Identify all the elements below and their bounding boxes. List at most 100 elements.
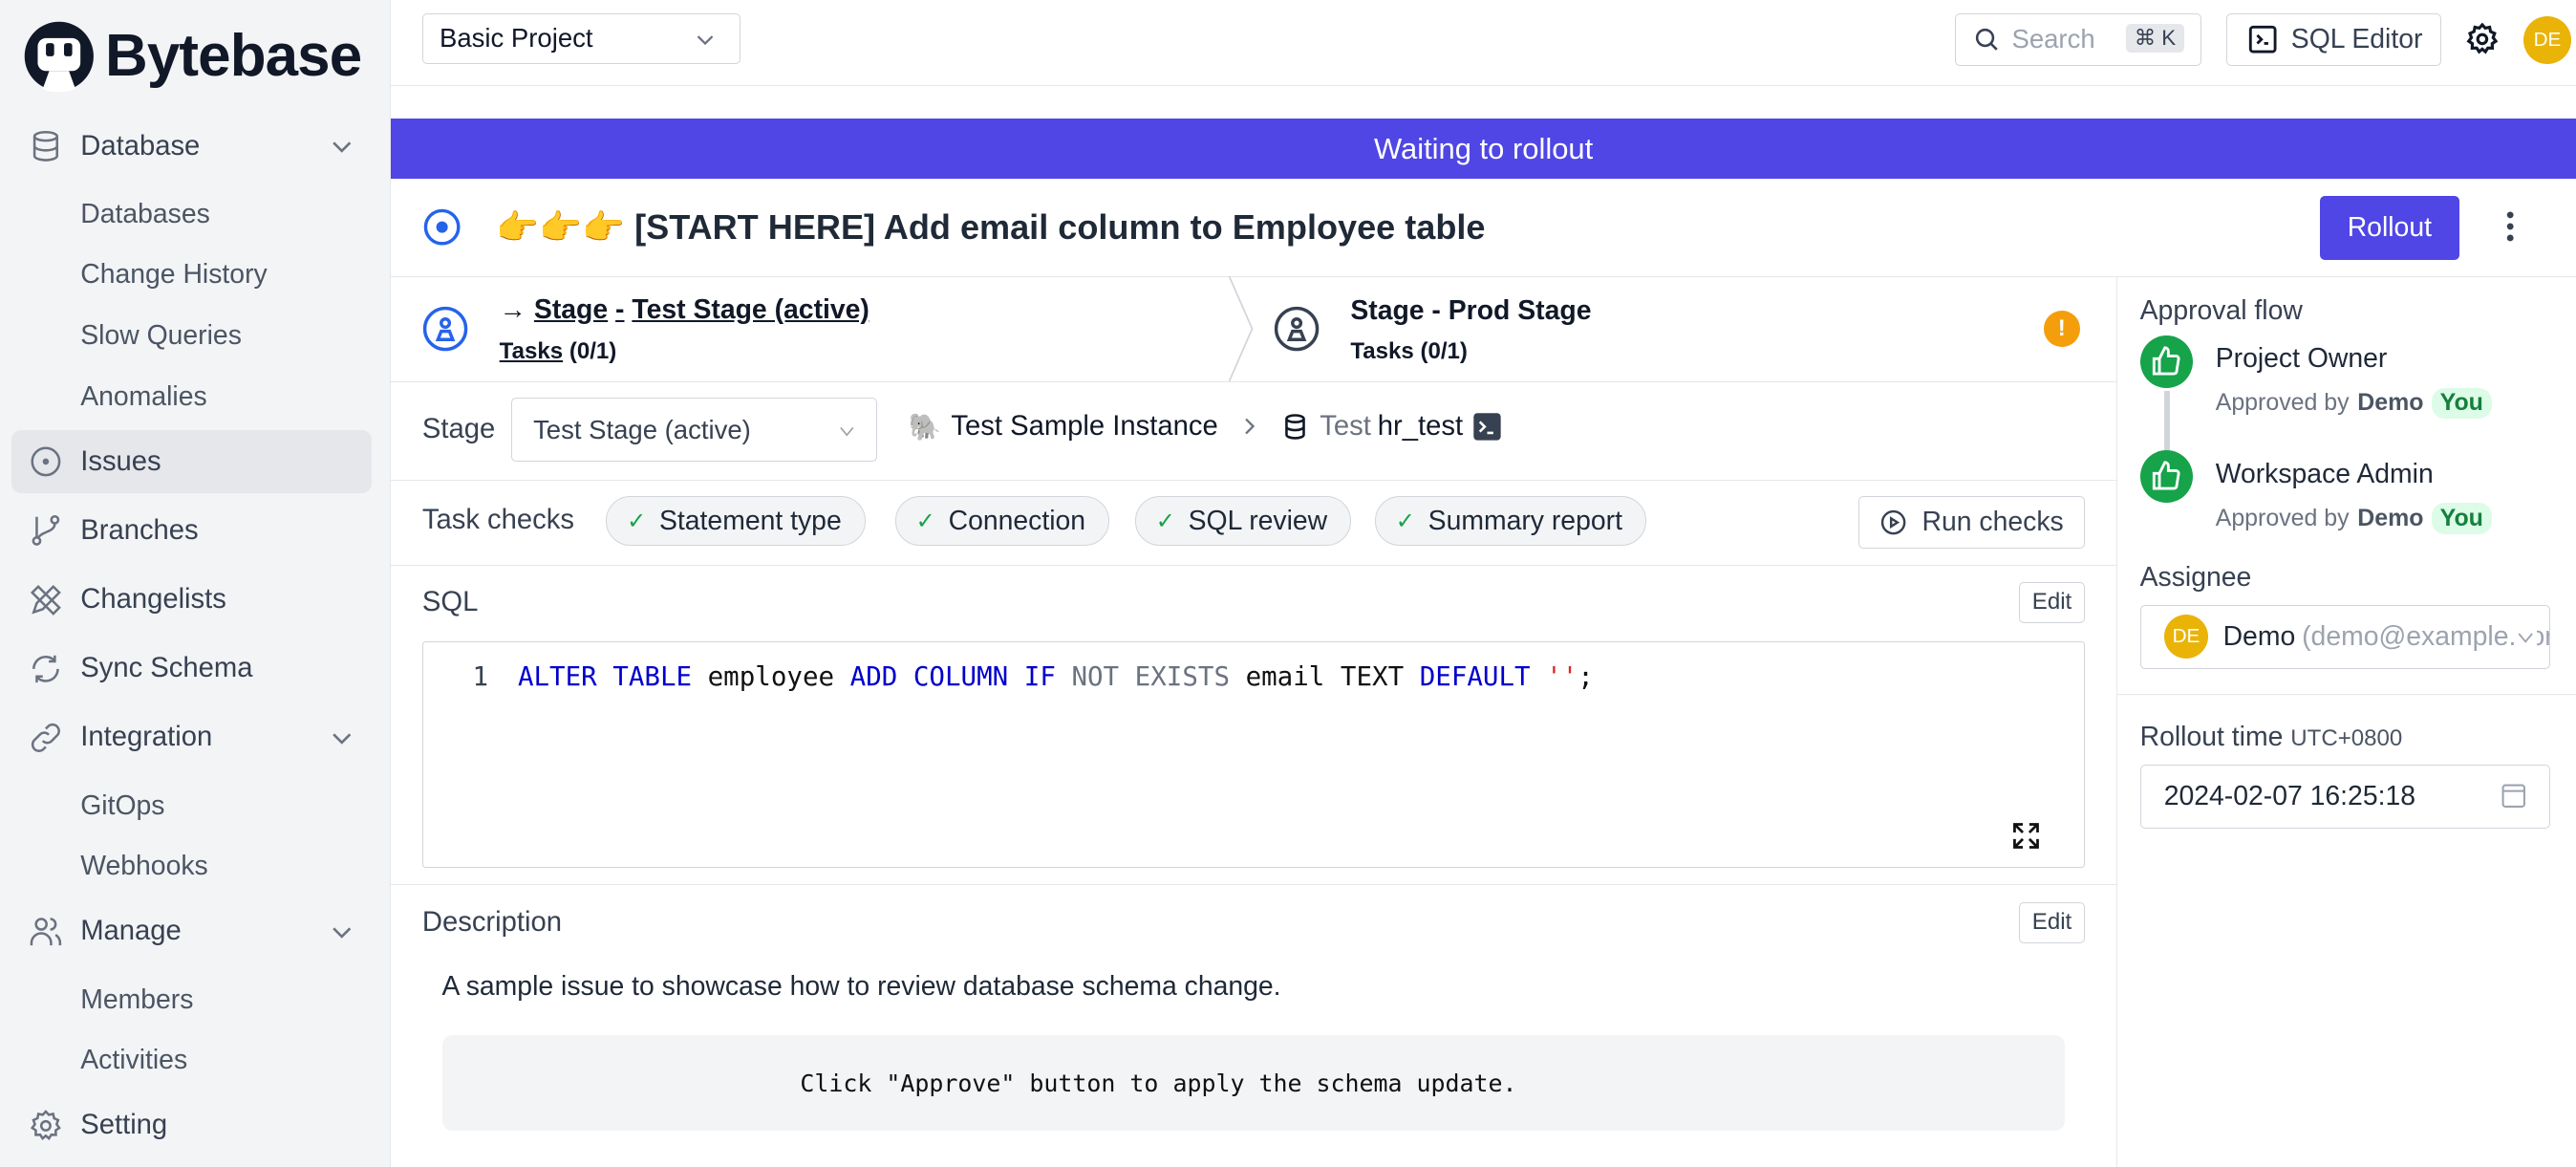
approval-flow-title: Approval flow	[2139, 295, 2303, 327]
sql-editor[interactable]: 1 ALTER TABLE employee ADD COLUMN IF NOT …	[421, 640, 2085, 868]
chevron-down-icon	[840, 427, 854, 437]
database-env: Test	[1320, 410, 1371, 442]
stage-separator-chevron	[1228, 275, 1254, 381]
chevron-down-icon[interactable]	[329, 918, 355, 945]
search-shortcut: ⌘ K	[2126, 24, 2184, 53]
description-text: A sample issue to showcase how to review…	[441, 971, 1281, 1003]
check-chip-summary-report[interactable]: ✓ Summary report	[1375, 496, 1647, 546]
you-badge: You	[2432, 503, 2492, 534]
stage-select[interactable]: Test Stage (active)	[510, 398, 878, 463]
chevron-down-icon[interactable]	[329, 133, 355, 160]
check-icon: ✓	[1155, 508, 1175, 534]
sql-token: DEFAULT	[1419, 661, 1531, 693]
chevron-down-icon	[2515, 627, 2537, 649]
approval-status: Approved by Demo You	[2216, 503, 2492, 534]
sql-editor-shortcut-icon[interactable]	[1472, 412, 1502, 442]
run-checks-button[interactable]: Run checks	[1857, 496, 2085, 550]
sidebar-item-integration[interactable]: Integration	[11, 706, 372, 768]
sidebar-item-manage[interactable]: Manage	[11, 900, 372, 962]
check-icon: ✓	[915, 508, 935, 534]
check-chip-statement-type[interactable]: ✓ Statement type	[606, 496, 866, 546]
check-chip-sql-review[interactable]: ✓ SQL review	[1135, 496, 1352, 546]
instance-link[interactable]: Test Sample Instance	[951, 411, 1217, 443]
rollout-time-input[interactable]: 2024-02-07 16:25:18	[2139, 764, 2551, 829]
sync-icon	[28, 651, 64, 687]
rollout-time-label: Rollout time	[2139, 721, 2284, 752]
app-root: Bytebase Database Databases Change Histo…	[0, 0, 2576, 1167]
arrow-right-icon: →	[499, 293, 534, 325]
sidebar-item-gitops[interactable]: GitOps	[11, 775, 372, 836]
user-circle-icon	[422, 306, 468, 352]
assignee-select[interactable]: DE Demo (demo@example.com)	[2139, 604, 2551, 669]
thumbs-up-icon	[2139, 335, 2193, 388]
thumbs-up-icon	[2139, 450, 2193, 504]
approval-step: Workspace Admin Approved by Demo You	[2139, 450, 2567, 549]
sidebar-item-slow-queries[interactable]: Slow Queries	[11, 306, 372, 367]
issue-sidebar: Approval flow Project Owner Approved by …	[2115, 275, 2576, 1167]
terminal-icon	[2249, 25, 2277, 54]
sidebar-item-changelists[interactable]: Changelists	[11, 569, 372, 631]
sql-token: ADD COLUMN IF	[849, 661, 1056, 693]
description-section: Description Edit A sample issue to showc…	[391, 884, 2115, 1167]
sidebar-item-issues[interactable]: Issues	[11, 430, 372, 493]
assignee-title: Assignee	[2139, 562, 2252, 594]
line-number: 1	[472, 661, 488, 693]
sidebar-item-sync-schema[interactable]: Sync Schema	[11, 638, 372, 700]
sql-editor-label: SQL Editor	[2290, 23, 2423, 54]
issue-title-emoji: 👉👉👉	[496, 206, 626, 247]
sidebar-item-label: Changelists	[80, 583, 226, 615]
sql-edit-button[interactable]: Edit	[2019, 581, 2085, 623]
project-select[interactable]: Basic Project	[421, 12, 741, 65]
user-avatar[interactable]: DE	[2522, 16, 2571, 65]
calendar-icon[interactable]	[2501, 783, 2527, 810]
link-icon	[28, 720, 64, 756]
sidebar-item-branches[interactable]: Branches	[11, 500, 372, 562]
approver-name: Demo	[2357, 389, 2424, 417]
expand-icon[interactable]	[2011, 821, 2041, 851]
logo[interactable]: Bytebase	[23, 20, 362, 93]
sql-editor-button[interactable]: SQL Editor	[2225, 12, 2441, 66]
assignee-avatar: DE	[2163, 615, 2209, 659]
approval-status: Approved by Demo You	[2216, 387, 2492, 420]
sidebar-item-databases[interactable]: Databases	[11, 184, 372, 246]
rollout-button[interactable]: Rollout	[2319, 195, 2459, 260]
branch-icon	[28, 512, 64, 549]
rollout-time-title: Rollout time UTC+0800	[2140, 722, 2403, 753]
issue-circle-icon	[28, 443, 64, 480]
sidebar-item-database[interactable]: Database	[11, 115, 372, 177]
sidebar-item-webhooks[interactable]: Webhooks	[11, 836, 372, 897]
stage-pipeline: → Stage - Test Stage (active) Tasks (0/1…	[391, 275, 2116, 382]
assignee-name: Demo	[2222, 620, 2296, 652]
issue-status-icon	[423, 208, 461, 246]
description-code-block: Click "Approve" button to apply the sche…	[441, 1035, 2066, 1131]
check-chip-label: Summary report	[1428, 505, 1622, 536]
sidebar-item-members[interactable]: Members	[11, 969, 372, 1030]
sidebar-item-change-history[interactable]: Change History	[11, 245, 372, 306]
stage-tasks-count: (0/1)	[569, 338, 617, 365]
sidebar-item-activities[interactable]: Activities	[11, 1030, 372, 1091]
sidebar-item-label: Integration	[80, 722, 213, 753]
sidebar-item-label: Database	[80, 130, 201, 162]
settings-gear-icon[interactable]	[2464, 21, 2501, 57]
issue-title[interactable]: 👉👉👉 [START HERE] Add email column to Emp…	[496, 207, 1485, 248]
sidebar-item-setting[interactable]: Setting	[11, 1094, 372, 1156]
database-breadcrumb: 🐘 Test Sample Instance Test hr_test	[909, 411, 1503, 443]
task-checks-label: Task checks	[421, 504, 574, 535]
database-link[interactable]: hr_test	[1378, 411, 1463, 443]
more-options-icon[interactable]	[2494, 208, 2526, 245]
sql-token: NOT EXISTS	[1071, 661, 1231, 693]
description-edit-button[interactable]: Edit	[2019, 901, 2085, 943]
check-chip-connection[interactable]: ✓ Connection	[895, 496, 1110, 546]
main-content: Basic Project Search ⌘ K SQL Editor DE W…	[391, 0, 2576, 1167]
sql-token: ''	[1546, 661, 1578, 693]
bytebase-logo-icon	[24, 21, 94, 93]
sidebar-item-anomalies[interactable]: Anomalies	[11, 366, 372, 427]
run-checks-label: Run checks	[1921, 507, 2064, 538]
check-chip-label: Statement type	[658, 505, 842, 536]
chevron-down-icon[interactable]	[329, 724, 355, 751]
stage-prod-tasks: Tasks (0/1)	[1350, 338, 1468, 365]
divider	[2116, 693, 2576, 696]
search-input[interactable]: Search ⌘ K	[1955, 12, 2201, 66]
sidebar-item-label: Setting	[80, 1110, 168, 1141]
